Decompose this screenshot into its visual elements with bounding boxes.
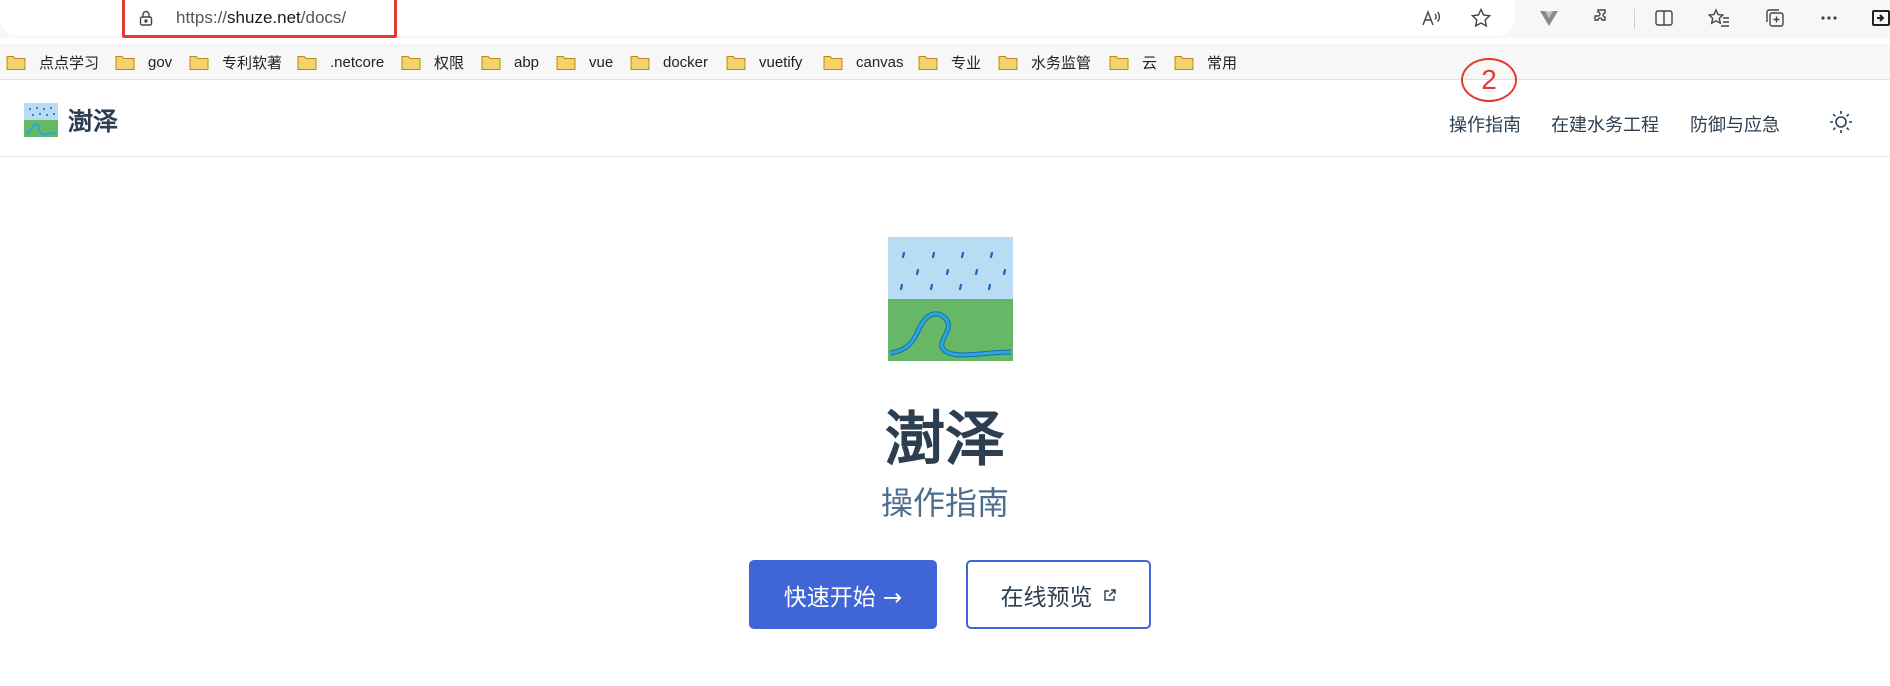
bookmark-label: abp xyxy=(514,53,540,71)
get-started-label: 快速开始 → xyxy=(783,584,903,611)
bookmark-label: vuetify xyxy=(759,53,803,71)
folder-icon xyxy=(115,55,135,70)
folder-icon xyxy=(1109,55,1129,70)
folder-icon xyxy=(823,55,843,70)
folder-icon xyxy=(630,55,650,70)
more-menu-icon[interactable] xyxy=(1818,7,1840,29)
bookmark-folder[interactable]: 权限 xyxy=(401,51,464,73)
bookmark-label: vue xyxy=(589,53,614,71)
bookmark-folder[interactable]: 专利软著 xyxy=(189,51,282,73)
bookmark-folder[interactable]: 常用 xyxy=(1174,51,1237,73)
extensions-icon[interactable] xyxy=(1592,7,1614,29)
online-preview-button[interactable]: 在线预览 xyxy=(966,560,1151,629)
hero-title: 澍泽 xyxy=(885,405,1005,475)
brand-name: 澍泽 xyxy=(68,107,119,136)
folder-icon xyxy=(6,55,26,70)
bookmark-label: 专利软著 xyxy=(222,54,283,72)
collections-icon[interactable] xyxy=(1764,7,1786,29)
bookmark-folder[interactable]: 水务监管 xyxy=(998,51,1091,73)
folder-icon xyxy=(189,55,209,70)
folder-icon xyxy=(481,55,501,70)
bookmark-folder[interactable]: 云 xyxy=(1109,51,1157,73)
bookmark-label: canvas xyxy=(856,53,904,71)
bookmark-folder[interactable]: 点点学习 xyxy=(6,51,99,73)
split-screen-icon[interactable] xyxy=(1653,7,1675,29)
toolbar-separator xyxy=(1634,9,1635,29)
folder-icon xyxy=(726,55,746,70)
bookmark-folder[interactable]: abp xyxy=(481,51,539,73)
bookmark-label: 水务监管 xyxy=(1031,54,1092,72)
favorite-star-icon[interactable] xyxy=(1470,7,1492,29)
folder-icon xyxy=(297,55,317,70)
folder-icon xyxy=(401,55,421,70)
vue-devtools-icon[interactable] xyxy=(1538,7,1560,29)
bookmark-label: 常用 xyxy=(1207,54,1238,72)
theme-toggle-sun-icon[interactable] xyxy=(1826,107,1856,137)
external-link-icon xyxy=(1103,588,1116,601)
bookmark-folder[interactable]: docker xyxy=(630,51,708,73)
bookmark-label: 点点学习 xyxy=(39,54,100,72)
bookmarks-bar: 点点学习 gov 专利软著 .netcore 权限 abp vue docker… xyxy=(0,44,1890,80)
bookmark-folder[interactable]: vue xyxy=(556,51,613,73)
url-highlight-box xyxy=(122,0,397,38)
favorites-icon[interactable] xyxy=(1707,7,1730,29)
bookmark-folder[interactable]: canvas xyxy=(823,51,904,73)
brand-logo-icon xyxy=(24,103,58,137)
brand-link[interactable]: 澍泽 xyxy=(24,102,118,138)
hero-tagline: 操作指南 xyxy=(880,484,1009,522)
annotation-number: 2 xyxy=(1461,58,1517,102)
bookmark-folder[interactable]: vuetify xyxy=(726,51,802,73)
bookmark-folder[interactable]: gov xyxy=(115,51,172,73)
bookmark-label: docker xyxy=(663,53,709,71)
hero-logo-icon xyxy=(888,237,1013,361)
nav-link-projects[interactable]: 在建水务工程 xyxy=(1551,111,1659,137)
browser-toolbar: https://shuze.net/docs/ xyxy=(0,0,1890,38)
bookmark-label: gov xyxy=(148,53,173,71)
nav-link-guide[interactable]: 操作指南 xyxy=(1449,111,1521,137)
bookmark-label: 云 xyxy=(1142,54,1158,72)
bookmark-label: 专业 xyxy=(951,54,982,72)
nav-link-emergency[interactable]: 防御与应急 xyxy=(1690,111,1780,137)
bookmark-folder[interactable]: .netcore xyxy=(297,51,384,73)
bookmark-label: .netcore xyxy=(330,53,385,71)
online-preview-label: 在线预览 xyxy=(1000,584,1093,611)
get-started-button[interactable]: 快速开始 → xyxy=(749,560,937,629)
folder-icon xyxy=(998,55,1018,70)
bookmark-folder[interactable]: 专业 xyxy=(918,51,981,73)
folder-icon xyxy=(1174,55,1194,70)
site-header: 澍泽 操作指南 在建水务工程 防御与应急 xyxy=(0,85,1890,157)
sidebar-icon[interactable] xyxy=(1870,7,1890,29)
read-aloud-icon[interactable] xyxy=(1420,7,1442,29)
folder-icon xyxy=(556,55,576,70)
folder-icon xyxy=(918,55,938,70)
bookmark-label: 权限 xyxy=(434,54,465,72)
